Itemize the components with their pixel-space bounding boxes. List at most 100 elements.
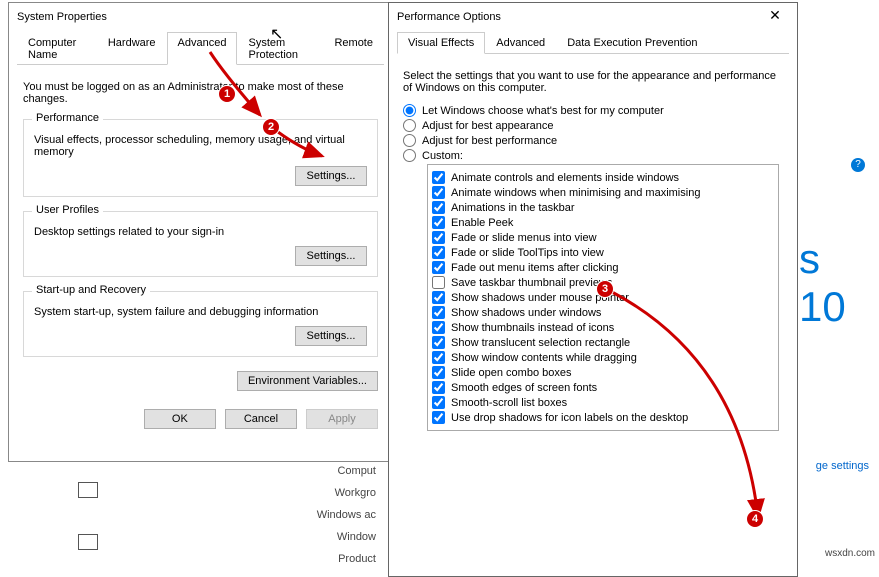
check-label-10: Show thumbnails instead of icons: [451, 322, 614, 334]
check-14[interactable]: Smooth edges of screen fonts: [432, 381, 774, 394]
radio-1[interactable]: Adjust for best appearance: [403, 119, 783, 132]
check-11[interactable]: Show translucent selection rectangle: [432, 336, 774, 349]
sp-tab-remote[interactable]: Remote: [323, 32, 384, 65]
check-label-7: Save taskbar thumbnail previews: [451, 277, 612, 289]
po-tab-advanced[interactable]: Advanced: [485, 32, 556, 54]
check-input-5[interactable]: [432, 246, 445, 259]
radio-0[interactable]: Let Windows choose what's best for my co…: [403, 104, 783, 117]
check-input-10[interactable]: [432, 321, 445, 334]
cursor-icon: ↖: [270, 24, 283, 44]
radio-3[interactable]: Custom:: [403, 149, 783, 162]
watermark: wsxdn.com: [825, 548, 875, 559]
radio-2[interactable]: Adjust for best performance: [403, 134, 783, 147]
check-input-8[interactable]: [432, 291, 445, 304]
po-tab-visual-effects[interactable]: Visual Effects: [397, 32, 485, 54]
check-input-6[interactable]: [432, 261, 445, 274]
radio-input-2[interactable]: [403, 134, 416, 147]
start-title: Start-up and Recovery: [32, 284, 150, 296]
check-0[interactable]: Animate controls and elements inside win…: [432, 171, 774, 184]
check-label-2: Animations in the taskbar: [451, 202, 575, 214]
check-12[interactable]: Show window contents while dragging: [432, 351, 774, 364]
change-settings-link[interactable]: ge settings: [816, 460, 869, 472]
radio-input-1[interactable]: [403, 119, 416, 132]
help-icon[interactable]: ?: [851, 158, 865, 172]
radio-input-0[interactable]: [403, 104, 416, 117]
check-input-11[interactable]: [432, 336, 445, 349]
system-properties-dialog: System Properties Computer NameHardwareA…: [8, 2, 393, 462]
check-13[interactable]: Slide open combo boxes: [432, 366, 774, 379]
radio-input-3[interactable]: [403, 149, 416, 162]
check-label-1: Animate windows when minimising and maxi…: [451, 187, 700, 199]
check-label-16: Use drop shadows for icon labels on the …: [451, 412, 688, 424]
check-input-7[interactable]: [432, 276, 445, 289]
profiles-group: User Profiles Desktop settings related t…: [23, 211, 378, 277]
po-tab-data-execution-prevention[interactable]: Data Execution Prevention: [556, 32, 708, 54]
check-6[interactable]: Fade out menu items after clicking: [432, 261, 774, 274]
marker-1: 1: [218, 85, 236, 103]
check-label-3: Enable Peek: [451, 217, 513, 229]
window-icon: [78, 534, 98, 550]
startup-group: Start-up and Recovery System start-up, s…: [23, 291, 378, 357]
check-9[interactable]: Show shadows under windows: [432, 306, 774, 319]
marker-3: 3: [596, 280, 614, 298]
check-label-11: Show translucent selection rectangle: [451, 337, 630, 349]
check-label-13: Slide open combo boxes: [451, 367, 571, 379]
po-titlebar: Performance Options ✕: [389, 3, 797, 31]
check-16[interactable]: Use drop shadows for icon labels on the …: [432, 411, 774, 424]
radio-label-2: Adjust for best performance: [422, 135, 557, 147]
check-10[interactable]: Show thumbnails instead of icons: [432, 321, 774, 334]
sp-tabstrip: Computer NameHardwareAdvancedSystem Prot…: [17, 31, 384, 65]
background-panel: s 10 ? ge settings: [799, 40, 879, 560]
monitor-icon: [78, 482, 98, 498]
check-input-0[interactable]: [432, 171, 445, 184]
check-label-5: Fade or slide ToolTips into view: [451, 247, 604, 259]
start-settings-button[interactable]: Settings...: [295, 326, 367, 346]
cancel-button[interactable]: Cancel: [225, 409, 297, 429]
apply-button: Apply: [306, 409, 378, 429]
check-1[interactable]: Animate windows when minimising and maxi…: [432, 186, 774, 199]
performance-options-dialog: Performance Options ✕ Visual EffectsAdva…: [388, 2, 798, 577]
ok-button[interactable]: OK: [144, 409, 216, 429]
sp-tab-hardware[interactable]: Hardware: [97, 32, 167, 65]
perf-title: Performance: [32, 112, 103, 124]
close-icon[interactable]: ✕: [755, 4, 795, 30]
check-2[interactable]: Animations in the taskbar: [432, 201, 774, 214]
check-input-13[interactable]: [432, 366, 445, 379]
performance-group: Performance Visual effects, processor sc…: [23, 119, 378, 197]
radio-label-0: Let Windows choose what's best for my co…: [422, 105, 664, 117]
check-input-9[interactable]: [432, 306, 445, 319]
check-4[interactable]: Fade or slide menus into view: [432, 231, 774, 244]
check-input-1[interactable]: [432, 186, 445, 199]
perf-settings-button[interactable]: Settings...: [295, 166, 367, 186]
check-label-12: Show window contents while dragging: [451, 352, 637, 364]
radio-label-3: Custom:: [422, 150, 463, 162]
radio-label-1: Adjust for best appearance: [422, 120, 553, 132]
check-input-14[interactable]: [432, 381, 445, 394]
check-label-6: Fade out menu items after clicking: [451, 262, 619, 274]
check-input-15[interactable]: [432, 396, 445, 409]
check-input-12[interactable]: [432, 351, 445, 364]
po-intro: Select the settings that you want to use…: [403, 70, 783, 94]
check-input-16[interactable]: [432, 411, 445, 424]
windows10-brand: s 10: [799, 235, 867, 331]
sp-tab-computer-name[interactable]: Computer Name: [17, 32, 97, 65]
marker-4: 4: [746, 510, 764, 528]
check-input-4[interactable]: [432, 231, 445, 244]
check-5[interactable]: Fade or slide ToolTips into view: [432, 246, 774, 259]
po-tabstrip: Visual EffectsAdvancedData Execution Pre…: [397, 31, 789, 54]
check-label-14: Smooth edges of screen fonts: [451, 382, 597, 394]
check-15[interactable]: Smooth-scroll list boxes: [432, 396, 774, 409]
check-input-2[interactable]: [432, 201, 445, 214]
sp-tab-advanced[interactable]: Advanced: [167, 32, 238, 65]
perf-desc: Visual effects, processor scheduling, me…: [34, 134, 367, 158]
check-label-9: Show shadows under windows: [451, 307, 601, 319]
prof-settings-button[interactable]: Settings...: [295, 246, 367, 266]
start-desc: System start-up, system failure and debu…: [34, 306, 367, 318]
sp-titlebar: System Properties: [9, 3, 392, 31]
check-label-15: Smooth-scroll list boxes: [451, 397, 567, 409]
env-vars-button[interactable]: Environment Variables...: [237, 371, 378, 391]
bg-computer-labels: ComputWorkgroWindows acWindowProduct: [296, 460, 376, 570]
check-input-3[interactable]: [432, 216, 445, 229]
check-3[interactable]: Enable Peek: [432, 216, 774, 229]
check-label-0: Animate controls and elements inside win…: [451, 172, 679, 184]
